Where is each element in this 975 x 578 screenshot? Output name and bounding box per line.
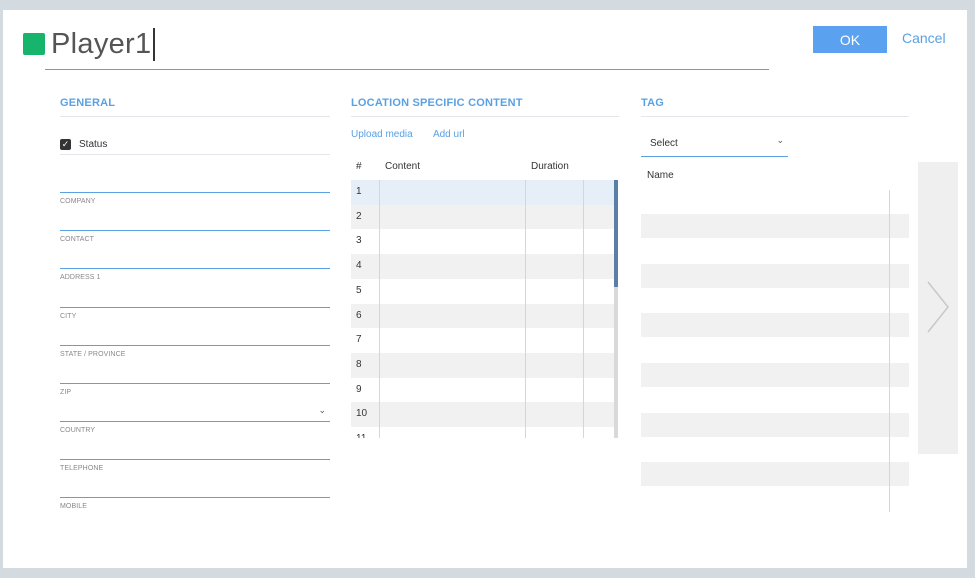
field-label: CITY	[60, 313, 77, 320]
row-number: 2	[356, 210, 362, 222]
field-label: ADDRESS 1	[60, 274, 101, 281]
content-scrollbar-thumb[interactable]	[614, 180, 618, 287]
column-header-duration[interactable]: Duration	[531, 161, 569, 172]
ok-button[interactable]: OK	[813, 26, 887, 53]
field-underline	[60, 230, 330, 231]
general-field[interactable]: COUNTRY ⌄	[60, 405, 330, 459]
field-underline	[60, 192, 330, 193]
player-name-underline	[45, 69, 769, 70]
row-number: 5	[356, 284, 362, 296]
end-column-divider	[583, 180, 584, 438]
player-dialog: Player1 OK Cancel GENERAL ✓ Status COMPA…	[3, 10, 967, 568]
general-field[interactable]: ADDRESS 1	[60, 268, 330, 306]
row-number: 9	[356, 383, 362, 395]
general-section-title: GENERAL	[60, 97, 116, 109]
add-url-link[interactable]: Add url	[433, 129, 465, 140]
row-number: 1	[356, 186, 362, 197]
field-label: CONTACT	[60, 236, 95, 243]
chevron-right-icon	[927, 281, 949, 333]
upload-media-link[interactable]: Upload media	[351, 129, 413, 140]
tag-select-dropdown[interactable]: Select ⌄	[641, 133, 788, 157]
tag-row[interactable]	[641, 462, 909, 486]
column-header-content[interactable]: Content	[385, 161, 420, 172]
row-number: 10	[356, 408, 368, 420]
next-panel-button[interactable]	[918, 162, 958, 454]
checkmark-icon[interactable]: ✓	[60, 138, 71, 150]
row-number: 4	[356, 260, 362, 272]
row-number: 6	[356, 309, 362, 321]
row-number: 7	[356, 334, 362, 346]
field-label: MOBILE	[60, 503, 88, 510]
field-underline	[60, 345, 330, 346]
location-section-title: LOCATION SPECIFIC CONTENT	[351, 97, 523, 109]
status-checkbox-row[interactable]: ✓ Status	[60, 134, 330, 154]
duration-column-divider	[525, 180, 526, 438]
field-label: TELEPHONE	[60, 465, 104, 472]
tag-row[interactable]	[641, 413, 909, 437]
general-field[interactable]: TELEPHONE	[60, 459, 330, 497]
general-field[interactable]: COMPANY	[60, 192, 330, 230]
table-row[interactable]: 2	[351, 204, 614, 230]
tag-row[interactable]	[641, 313, 909, 337]
content-column-divider	[379, 180, 380, 438]
column-header-number: #	[356, 161, 362, 172]
location-actions: Upload media Add url	[351, 129, 483, 140]
table-row[interactable]: 7	[351, 328, 614, 353]
field-underline	[60, 421, 330, 422]
field-underline	[60, 459, 330, 460]
tag-section-divider	[641, 116, 909, 117]
chevron-down-icon[interactable]: ⌄	[318, 405, 326, 416]
table-row[interactable]: 5	[351, 278, 614, 304]
field-underline	[60, 307, 330, 308]
field-underline	[60, 383, 330, 384]
table-row[interactable]: 6	[351, 303, 614, 329]
table-row[interactable]: 8	[351, 352, 614, 378]
cancel-button[interactable]: Cancel	[902, 30, 946, 46]
general-field[interactable]: ZIP	[60, 383, 330, 421]
player-color-swatch[interactable]	[23, 33, 45, 55]
table-row[interactable]: 9	[351, 377, 614, 403]
table-row[interactable]: 3	[351, 229, 614, 255]
tag-section-title: TAG	[641, 97, 665, 109]
general-field[interactable]: CITY	[60, 307, 330, 345]
status-divider	[60, 154, 330, 155]
table-row[interactable]: 11	[351, 427, 614, 438]
content-table-header: # Content Duration	[351, 161, 617, 179]
row-number: 8	[356, 358, 362, 370]
row-number: 3	[356, 235, 362, 247]
content-table: 1 2 3 4 5 6 7 8 9 10 11	[351, 180, 619, 438]
table-row[interactable]: 4	[351, 254, 614, 279]
tag-row[interactable]	[641, 214, 909, 238]
tag-name-column-header[interactable]: Name	[647, 170, 674, 181]
field-label: COUNTRY	[60, 427, 96, 434]
tag-row[interactable]	[641, 363, 909, 387]
tag-column-divider	[889, 190, 890, 512]
chevron-down-icon: ⌄	[776, 135, 784, 145]
general-field[interactable]: CONTACT	[60, 230, 330, 268]
status-label: Status	[79, 138, 108, 150]
field-label: ZIP	[60, 389, 72, 396]
location-section-divider	[351, 116, 619, 117]
general-field[interactable]: MOBILE	[60, 497, 330, 535]
row-number: 11	[356, 433, 366, 438]
player-name-text: Player1	[51, 27, 152, 60]
table-row[interactable]: 10	[351, 402, 614, 427]
table-row[interactable]: 1	[351, 180, 614, 205]
general-section-divider	[60, 116, 330, 117]
tag-row[interactable]	[641, 264, 909, 288]
field-label: COMPANY	[60, 198, 96, 205]
general-field[interactable]: STATE / PROVINCE	[60, 345, 330, 383]
field-underline	[60, 268, 330, 269]
field-label: STATE / PROVINCE	[60, 351, 126, 358]
field-underline	[60, 497, 330, 498]
text-caret	[153, 27, 155, 61]
tag-select-value: Select	[650, 138, 678, 149]
player-name-input[interactable]: Player1	[51, 24, 155, 64]
